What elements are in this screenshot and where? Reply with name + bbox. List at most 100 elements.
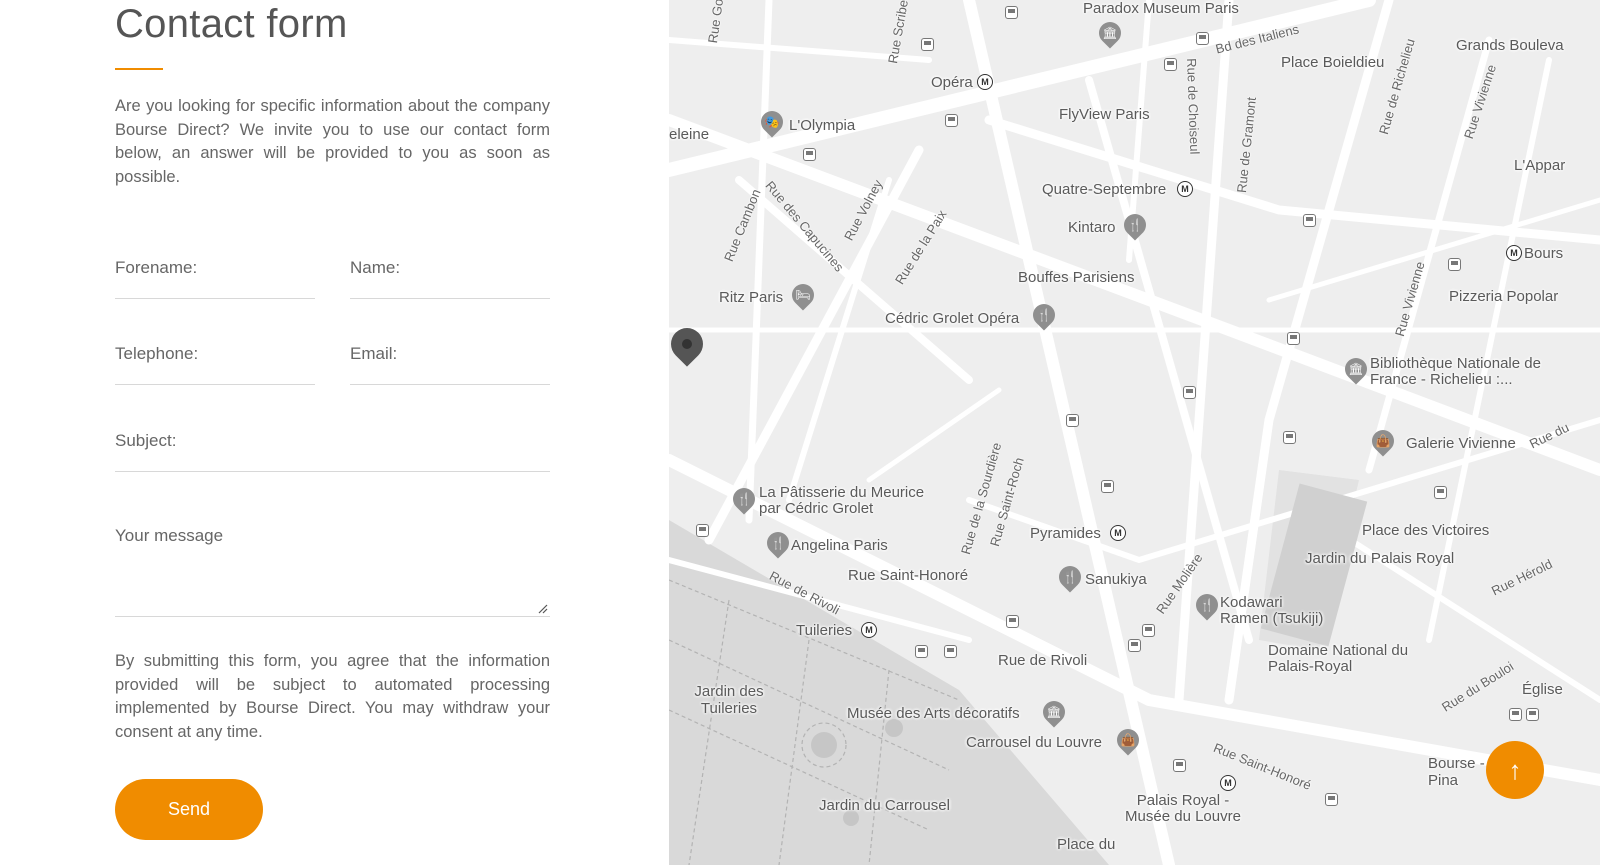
contact-panel: Contact form Are you looking for specifi… <box>0 0 669 865</box>
map-label-cedric[interactable]: Cédric Grolet Opéra <box>885 310 1019 327</box>
map-label-grands-boulevards[interactable]: Grands Bouleva <box>1456 37 1564 54</box>
map-label-kintaro[interactable]: Kintaro <box>1068 219 1116 236</box>
telephone-field[interactable]: Telephone: <box>115 336 315 385</box>
telephone-input[interactable] <box>115 336 315 384</box>
metro-pyramides-icon[interactable]: M <box>1110 525 1126 541</box>
resize-grip-icon[interactable] <box>538 604 548 614</box>
bus-stop-icon[interactable] <box>1006 615 1019 628</box>
map-label-rue-de-rivoli-place[interactable]: Rue de Rivoli <box>998 652 1087 669</box>
map-label-bouffes[interactable]: Bouffes Parisiens <box>1018 269 1134 286</box>
subject-input[interactable] <box>115 423 550 471</box>
map-label-quatre-septembre[interactable]: Quatre-Septembre <box>1042 181 1166 198</box>
shopping-poi-icon[interactable]: 👜 <box>1112 724 1144 756</box>
theatre-poi-icon[interactable]: 🎭 <box>756 106 788 138</box>
map-label-madeleine[interactable]: eleine <box>669 126 709 143</box>
bus-stop-icon[interactable] <box>803 148 816 161</box>
map-label-patisserie[interactable]: La Pâtisserie du Meurice par Cédric Grol… <box>759 485 949 517</box>
bus-stop-icon[interactable] <box>1128 639 1141 652</box>
message-label: Your message <box>115 526 224 545</box>
bus-stop-icon[interactable] <box>921 38 934 51</box>
map-view[interactable]: Paradox Museum Paris Opéra Place Boieldi… <box>669 0 1600 865</box>
name-field[interactable]: Name: <box>350 250 550 299</box>
map-label-bibliotheque[interactable]: Bibliothèque Nationale de France - Riche… <box>1370 356 1550 388</box>
consent-text: By submitting this form, you agree that … <box>115 652 550 741</box>
bus-stop-icon[interactable] <box>1173 759 1186 772</box>
map-label-palais-royal-musee[interactable]: Palais Royal - Musée du Louvre <box>1118 793 1248 825</box>
bus-stop-icon[interactable] <box>1303 214 1316 227</box>
subject-field[interactable]: Subject: <box>115 423 550 472</box>
page-title: Contact form <box>115 2 348 46</box>
restaurant-poi-icon[interactable]: 🍴 <box>1054 561 1086 593</box>
forename-input[interactable] <box>115 250 315 298</box>
message-field[interactable]: Your message <box>115 518 550 617</box>
bus-stop-icon[interactable] <box>1005 6 1018 19</box>
bus-stop-icon[interactable] <box>915 645 928 658</box>
map-label-bourse[interactable]: Bours <box>1524 245 1563 262</box>
bus-stop-icon[interactable] <box>696 524 709 537</box>
bus-stop-icon[interactable] <box>1434 486 1447 499</box>
map-label-ritz[interactable]: Ritz Paris <box>719 289 783 306</box>
shopping-poi-icon[interactable]: 👜 <box>1367 425 1399 457</box>
restaurant-poi-icon[interactable]: 🍴 <box>728 483 760 515</box>
museum-poi-icon[interactable]: 🏛 <box>1094 17 1126 49</box>
restaurant-poi-icon[interactable]: 🍴 <box>1191 589 1223 621</box>
restaurant-poi-icon[interactable]: 🍴 <box>1119 209 1151 241</box>
map-label-lappart[interactable]: L'Appar <box>1514 157 1565 174</box>
map-label-pizzeria[interactable]: Pizzeria Popolar <box>1449 288 1558 305</box>
map-label-jardin-tuileries[interactable]: Jardin des Tuileries <box>684 683 774 717</box>
hotel-poi-icon[interactable]: 🛏 <box>787 279 819 311</box>
arrow-up-icon: ↑ <box>1508 754 1522 785</box>
map-label-musee-arts[interactable]: Musée des Arts décoratifs <box>847 705 1020 722</box>
bus-stop-icon[interactable] <box>1283 431 1296 444</box>
metro-tuileries-icon[interactable]: M <box>861 622 877 638</box>
bus-stop-icon[interactable] <box>1287 332 1300 345</box>
map-label-domaine[interactable]: Domaine National du Palais-Royal <box>1268 643 1438 675</box>
bus-stop-icon[interactable] <box>1325 793 1338 806</box>
museum-poi-icon[interactable]: 🏛 <box>1340 353 1372 385</box>
museum-poi-icon[interactable]: 🏛 <box>1038 696 1070 728</box>
map-label-sanukiya[interactable]: Sanukiya <box>1085 571 1147 588</box>
restaurant-poi-icon[interactable]: 🍴 <box>1028 299 1060 331</box>
map-label-paradox[interactable]: Paradox Museum Paris <box>1083 0 1239 17</box>
map-label-place-du[interactable]: Place du <box>1057 836 1115 853</box>
email-input[interactable] <box>350 336 550 384</box>
map-label-place-victoires[interactable]: Place des Victoires <box>1362 522 1489 539</box>
map-label-pyramides[interactable]: Pyramides <box>1030 525 1101 542</box>
map-label-olympia[interactable]: L'Olympia <box>789 117 855 134</box>
scroll-to-top-button[interactable]: ↑ <box>1486 741 1544 799</box>
send-button[interactable]: Send <box>115 779 263 840</box>
map-label-kodawari[interactable]: Kodawari Ramen (Tsukiji) <box>1220 595 1330 627</box>
bus-stop-icon[interactable] <box>1183 386 1196 399</box>
bus-stop-icon[interactable] <box>1066 414 1079 427</box>
map-label-tuileries[interactable]: Tuileries <box>796 622 852 639</box>
bus-stop-icon[interactable] <box>1101 480 1114 493</box>
map-label-carrousel-louvre[interactable]: Carrousel du Louvre <box>966 734 1102 751</box>
bus-stop-icon[interactable] <box>945 114 958 127</box>
map-label-place-boieldieu[interactable]: Place Boieldieu <box>1281 54 1384 71</box>
intro-text: Are you looking for specific information… <box>115 97 550 186</box>
map-label-jardin-carrousel[interactable]: Jardin du Carrousel <box>819 797 950 814</box>
bus-stop-icon[interactable] <box>1526 708 1539 721</box>
bus-stop-icon[interactable] <box>944 645 957 658</box>
metro-opera-icon[interactable]: M <box>977 74 993 90</box>
map-label-angelina[interactable]: Angelina Paris <box>791 537 888 554</box>
bus-stop-icon[interactable] <box>1196 32 1209 45</box>
bus-stop-icon[interactable] <box>1448 258 1461 271</box>
metro-quatre-septembre-icon[interactable]: M <box>1177 181 1193 197</box>
email-field[interactable]: Email: <box>350 336 550 385</box>
title-underline <box>115 68 163 70</box>
map-label-opera[interactable]: Opéra <box>931 74 973 91</box>
metro-bourse-icon[interactable]: M <box>1506 245 1522 261</box>
metro-palais-royal-icon[interactable]: M <box>1220 775 1236 791</box>
forename-field[interactable]: Forename: <box>115 250 315 299</box>
map-label-eglise[interactable]: Église <box>1522 681 1563 698</box>
bus-stop-icon[interactable] <box>1142 624 1155 637</box>
map-label-galerie[interactable]: Galerie Vivienne <box>1406 435 1516 452</box>
map-label-flyview[interactable]: FlyView Paris <box>1059 106 1150 123</box>
map-label-rue-saint-honore-place[interactable]: Rue Saint-Honoré <box>848 567 968 584</box>
map-label-jardin-palais[interactable]: Jardin du Palais Royal <box>1305 550 1454 567</box>
name-input[interactable] <box>350 250 550 298</box>
bus-stop-icon[interactable] <box>1164 58 1177 71</box>
restaurant-poi-icon[interactable]: 🍴 <box>762 527 794 559</box>
bus-stop-icon[interactable] <box>1509 708 1522 721</box>
